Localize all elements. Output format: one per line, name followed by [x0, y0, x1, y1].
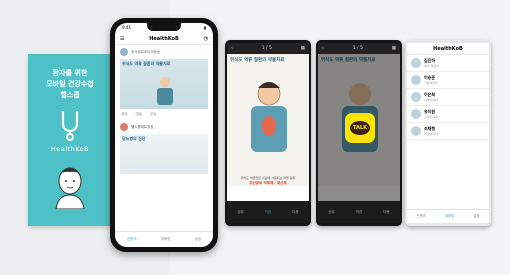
app-brand: HealthKoB — [433, 45, 463, 52]
feed-actions: 공감 댓글 공유 — [115, 109, 213, 120]
tab-settings[interactable]: 설정 — [195, 237, 201, 242]
grid-icon[interactable]: ▦ — [392, 46, 396, 51]
contact-sub: 소화기내과 — [424, 115, 438, 119]
viewer-header: ‹ 1 / 5 ▦ — [227, 43, 309, 54]
slide-illustration: 위식도 역류 질환의 약물치료 위식도 역류질환 치료에 사용되는 약물 종류 … — [227, 54, 309, 186]
status-time: 9:41 — [122, 25, 131, 30]
viewer-footer: 공유 저장 다음 — [318, 201, 400, 223]
share-button[interactable]: 공유 — [150, 112, 156, 117]
back-icon[interactable]: ‹ — [322, 46, 324, 51]
avatar — [411, 58, 421, 68]
save-button[interactable]: 저장 — [356, 210, 362, 215]
android-phone-viewer: ‹ 1 / 5 ▦ 위식도 역류 질환의 약물치료 위식도 역류질환 치료에 사… — [225, 40, 311, 226]
contact-sub: 가정의학과 — [424, 132, 438, 136]
iphone-screen: 9:41 ▮ ☰ HealthKoB ◔ 의사공유오디서방송 위식도 역류 질환… — [115, 23, 213, 247]
page-counter: 1 / 5 — [352, 46, 363, 51]
tab-contents[interactable]: 컨텐츠 — [127, 237, 137, 242]
section-title: 당뇨병의 진단 — [122, 136, 146, 141]
viewer-screen: ‹ 1 / 5 ▦ 위식도 역류 질환의 약물치료 위식도 역류질환 치료에 사… — [227, 43, 309, 223]
doctor-illustration-icon — [55, 167, 85, 209]
feed-channel-row[interactable]: 헬스콥테트방송 — [115, 120, 213, 134]
avatar — [411, 126, 421, 136]
kakaotalk-share-button[interactable]: TALK — [345, 113, 375, 143]
tab-settings[interactable]: 설정 — [473, 214, 479, 219]
feed-thumbnail[interactable]: 당뇨병의 진단 — [120, 134, 208, 174]
page-counter: 1 / 5 — [261, 46, 272, 51]
contact-sub: 내분비내과 — [424, 98, 438, 102]
tab-chat[interactable]: 대화방 — [161, 237, 171, 242]
splash-line-2: 모바일 건강수첩 — [46, 80, 94, 88]
app-header: ☰ HealthKoB ◔ — [115, 33, 213, 45]
viewer-footer: 공유 저장 다음 — [227, 201, 309, 223]
channel-name: 헬스콥테트방송 — [131, 124, 154, 129]
next-button[interactable]: 다음 — [292, 210, 298, 215]
avatar — [120, 48, 128, 56]
splash-brand: HealthKoB — [50, 145, 90, 153]
battery-icon: ▮ — [203, 25, 206, 30]
avatar — [411, 109, 421, 119]
contact-item[interactable]: 이승준 가정의학과 — [407, 72, 489, 89]
slide-caption: 위식도 역류질환 치료에 사용되는 약물 종류 — [240, 176, 296, 180]
stethoscope-logo-icon — [61, 110, 79, 141]
android-phone-share: ‹ 1 / 5 ▦ 위식도 역류 질환의 약물치료 TALK 공유 저장 다음 — [316, 40, 402, 226]
card-title: 위식도 역류 질환의 약물치료 — [122, 61, 171, 66]
contact-item[interactable]: 유지원 소화기내과 — [407, 106, 489, 123]
notch — [147, 23, 181, 31]
contacts-screen: HealthKoB 김진하 내과 전문의 이승준 가정의학과 이은희 내분비내과 유지… — [407, 43, 489, 223]
back-icon[interactable]: ‹ — [231, 46, 233, 51]
feed-channel-row[interactable]: 의사공유오디서방송 — [115, 45, 213, 59]
contact-item[interactable]: 김진하 내과 전문의 — [407, 55, 489, 72]
patient-figure-icon — [251, 82, 287, 152]
iphone-mockup: 9:41 ▮ ☰ HealthKoB ◔ 의사공유오디서방송 위식도 역류 질환… — [110, 18, 218, 252]
contact-item[interactable]: 조재형 가정의학과 — [407, 123, 489, 140]
bottom-tab-bar: 컨텐츠 대화방 설정 — [115, 231, 213, 247]
share-button[interactable]: 공유 — [237, 210, 243, 215]
kakaotalk-icon: TALK — [350, 121, 370, 135]
contact-sub: 가정의학과 — [424, 81, 438, 85]
splash-line-3: 헬스콥 — [60, 91, 80, 99]
avatar — [120, 123, 128, 131]
channel-name: 의사공유오디서방송 — [131, 49, 160, 54]
slide-highlight: 위산분비 억제제 / 제산제 — [249, 181, 287, 185]
menu-icon[interactable]: ☰ — [120, 36, 124, 42]
tab-contents[interactable]: 컨텐츠 — [416, 214, 426, 219]
feed-thumbnail[interactable]: 위식도 역류 질환의 약물치료 — [120, 59, 208, 109]
splash-line-1: 환자를 위한 — [52, 69, 88, 77]
share-button[interactable]: 공유 — [328, 210, 334, 215]
comment-button[interactable]: 댓글 — [135, 112, 141, 117]
profile-icon[interactable]: ◔ — [204, 36, 208, 42]
avatar — [411, 92, 421, 102]
app-header: HealthKoB — [407, 43, 489, 55]
bottom-tab-bar: 컨텐츠 대화방 설정 — [407, 209, 489, 223]
contact-sub: 내과 전문의 — [424, 64, 439, 68]
save-button[interactable]: 저장 — [265, 210, 271, 215]
doctor-figure-icon — [157, 77, 173, 105]
splash-screen: 환자를 위한 모바일 건강수첩 헬스콥 HealthKoB — [28, 54, 112, 226]
viewer-header: ‹ 1 / 5 ▦ — [318, 43, 400, 54]
contact-item[interactable]: 이은희 내분비내과 — [407, 89, 489, 106]
app-brand: HealthKoB — [149, 35, 179, 42]
grid-icon[interactable]: ▦ — [301, 46, 305, 51]
next-button[interactable]: 다음 — [383, 210, 389, 215]
like-button[interactable]: 공감 — [121, 112, 127, 117]
tab-chat[interactable]: 대화방 — [445, 214, 455, 219]
slide-title: 위식도 역류 질환의 약물치료 — [230, 58, 285, 63]
avatar — [411, 75, 421, 85]
android-phone-contacts: HealthKoB 김진하 내과 전문의 이승준 가정의학과 이은희 내분비내과 유지… — [405, 40, 491, 226]
share-screen: ‹ 1 / 5 ▦ 위식도 역류 질환의 약물치료 TALK 공유 저장 다음 — [318, 43, 400, 223]
